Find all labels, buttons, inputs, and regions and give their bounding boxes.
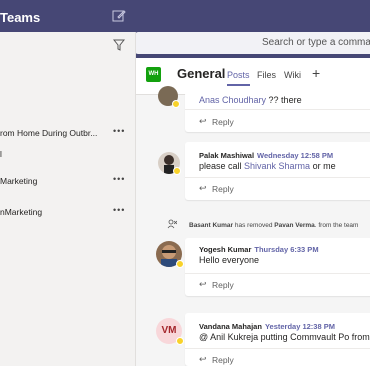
system-message: Basant Kumar has removed Pavan Verma. fr… — [189, 222, 359, 229]
sidebar-item[interactable]: nMarketing — [0, 207, 42, 217]
sidebar-item[interactable]: Marketing — [0, 176, 37, 186]
message-card: Vandana Mahajan Yesterday 12:38 PM @ Anil… — [185, 313, 370, 366]
reply-icon: ↩ — [199, 279, 207, 289]
more-options-icon[interactable]: ••• — [113, 205, 125, 215]
presence-indicator — [176, 337, 184, 345]
message-author: Yogesh Kumar Thursday 6:33 PM — [199, 245, 319, 254]
filter-icon[interactable] — [113, 39, 125, 51]
reply-button[interactable]: Reply — [212, 280, 234, 290]
reply-icon: ↩ — [199, 116, 207, 126]
channel-name: General — [177, 66, 226, 81]
mention[interactable]: Anas Choudhary — [199, 95, 266, 105]
sidebar-item[interactable]: rom Home During Outbr... — [0, 128, 97, 138]
tab-wiki[interactable]: Wiki — [284, 70, 301, 80]
message-text: Hello everyone — [199, 255, 260, 265]
sidebar — [0, 32, 136, 366]
message-card: Anas Choudhary ?? there ↩ Reply — [185, 92, 370, 132]
member-removed-icon — [167, 219, 177, 229]
sidebar-item[interactable]: l — [0, 149, 2, 159]
message-time: Wednesday 12:58 PM — [257, 151, 334, 160]
add-tab-button[interactable]: + — [312, 65, 320, 81]
mention[interactable]: Shivank Sharma — [244, 161, 310, 171]
message-author: Palak Mashiwal Wednesday 12:58 PM — [199, 151, 334, 160]
app-title: Teams — [0, 10, 41, 25]
message-text: Anas Choudhary ?? there — [199, 95, 302, 105]
presence-indicator — [172, 100, 180, 108]
team-avatar: WH — [146, 67, 161, 82]
tab-posts[interactable]: Posts — [227, 70, 250, 86]
tab-files[interactable]: Files — [257, 70, 276, 80]
message-author: Vandana Mahajan Yesterday 12:38 PM — [199, 322, 335, 331]
search-input[interactable]: Search or type a command — [135, 32, 370, 54]
reply-button[interactable]: Reply — [212, 355, 234, 365]
message-text: please call Shivank Sharma or me — [199, 161, 336, 171]
presence-indicator — [173, 167, 181, 175]
message-text: @ Anil Kukreja putting Commvault Po from… — [199, 332, 370, 342]
message-card: Yogesh Kumar Thursday 6:33 PM Hello every… — [185, 238, 370, 296]
reply-button[interactable]: Reply — [212, 117, 234, 127]
message-time: Thursday 6:33 PM — [254, 245, 319, 254]
reply-icon: ↩ — [199, 354, 207, 364]
presence-indicator — [176, 260, 184, 268]
more-options-icon[interactable]: ••• — [113, 174, 125, 184]
reply-icon: ↩ — [199, 183, 207, 193]
more-options-icon[interactable]: ••• — [113, 126, 125, 136]
reply-button[interactable]: Reply — [212, 184, 234, 194]
message-time: Yesterday 12:38 PM — [264, 322, 335, 331]
message-card: Palak Mashiwal Wednesday 12:58 PM please … — [185, 142, 370, 200]
compose-icon[interactable] — [112, 9, 126, 23]
